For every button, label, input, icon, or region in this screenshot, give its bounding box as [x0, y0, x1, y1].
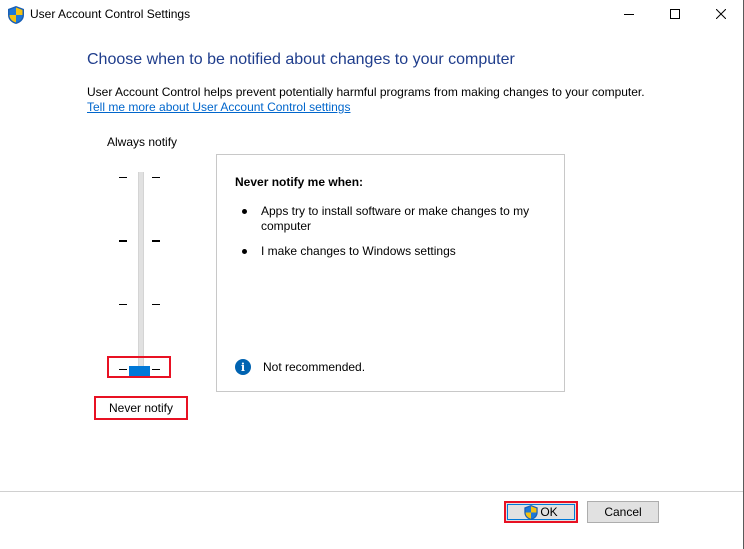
footer-separator [0, 491, 743, 492]
close-button[interactable] [698, 0, 744, 28]
maximize-button[interactable] [652, 0, 698, 28]
slider-tick [119, 240, 127, 242]
maximize-icon [670, 9, 680, 19]
uac-shield-icon [8, 6, 24, 24]
slider-tick [152, 177, 160, 178]
learn-more-link[interactable]: Tell me more about User Account Control … [87, 100, 350, 114]
close-icon [716, 9, 726, 19]
page-heading: Choose when to be notified about changes… [87, 51, 515, 68]
panel-title: Never notify me when: [235, 175, 364, 189]
slider-top-label: Always notify [107, 135, 178, 149]
bullet-icon [242, 209, 247, 214]
minimize-icon [624, 14, 634, 15]
panel-bullet: Apps try to install software or make cha… [261, 204, 530, 233]
slider-tick [152, 304, 160, 305]
highlight-box [107, 356, 171, 378]
title-bar: User Account Control Settings [0, 0, 743, 30]
minimize-button[interactable] [606, 0, 652, 28]
slider-tick [119, 304, 127, 305]
slider-bottom-label: Never notify [94, 396, 188, 420]
info-text: Not recommended. [263, 360, 366, 374]
slider-track[interactable] [138, 172, 144, 375]
bullet-icon [242, 249, 247, 254]
panel-bullet: I make changes to Windows settings [261, 244, 456, 258]
slider-tick [119, 177, 127, 178]
window-title: User Account Control Settings [30, 7, 191, 21]
info-icon: i [235, 359, 251, 375]
uac-shield-icon [524, 504, 538, 520]
cancel-button[interactable]: Cancel [587, 501, 659, 523]
description-panel: Never notify me when: Apps try to instal… [216, 154, 565, 392]
slider-tick [152, 240, 160, 242]
ok-button[interactable]: OK [504, 501, 578, 523]
ok-label: OK [540, 505, 558, 519]
description-text: User Account Control helps prevent poten… [87, 85, 645, 99]
